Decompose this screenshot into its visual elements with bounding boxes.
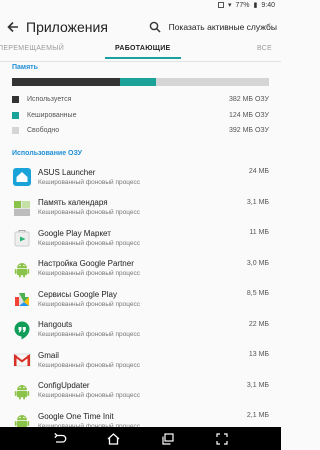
memory-cached-row: Кешированные 124 МБ ОЗУ (12, 109, 269, 121)
tab-running[interactable]: РАБОТАЮЩИЕ (105, 44, 180, 59)
tab-movable[interactable]: ПЕРЕМЕЩАЕМЫЙ (0, 44, 64, 52)
app-memory-size: 22 МБ (248, 320, 269, 328)
app-row[interactable]: ASUS Launcher Кешированный фоновый процес… (0, 162, 281, 193)
screenshot-icon (215, 432, 228, 445)
memory-cached-segment (120, 78, 156, 86)
app-process-type: Кешированный фоновый процесс (38, 178, 141, 186)
android-icon (12, 259, 32, 279)
legend-label: Кешированные (27, 111, 77, 119)
wifi-icon: ▾ (227, 2, 232, 9)
app-row[interactable]: Память календаря Кешированный фоновый про… (0, 193, 281, 224)
nav-recents-button[interactable] (160, 431, 176, 447)
tab-strip: ПЕРЕМЕЩАЕМЫЙ РАБОТАЮЩИЕ ВСЕ (0, 44, 281, 62)
app-process-type: Кешированный фоновый процесс (38, 300, 141, 308)
app-name: Gmail (38, 350, 59, 360)
page-title: Приложения (26, 19, 108, 35)
app-row[interactable]: Gmail Кешированный фоновый процесс 13 МБ (0, 345, 281, 376)
app-row[interactable]: Сервисы Google Play Кешированный фоновый … (0, 284, 281, 315)
app-process-type: Кешированный фоновый процесс (38, 392, 141, 400)
app-name: Google Play Маркет (38, 228, 111, 238)
play-store-icon (12, 228, 32, 248)
arrow-left-icon (7, 21, 18, 33)
home-icon (12, 167, 32, 187)
android-icon (12, 381, 32, 401)
free-swatch (12, 126, 19, 134)
app-memory-size: 3,0 МБ (246, 259, 269, 267)
legend-value: 382 МБ ОЗУ (228, 95, 269, 103)
used-swatch (12, 95, 19, 103)
show-active-services-button[interactable]: Показать активные службы (169, 22, 277, 32)
app-name: Google One Time Init (38, 411, 114, 421)
app-process-type: Кешированный фоновый процесс (38, 270, 141, 278)
app-text: Настройка Google Partner Кешированный фон… (38, 259, 247, 278)
status-bar: ▾ 77% ▮ 9:40 (0, 0, 281, 10)
app-row[interactable]: Настройка Google Partner Кешированный фон… (0, 254, 281, 285)
back-button[interactable] (0, 10, 26, 44)
memory-used-segment (12, 78, 120, 86)
nav-home-button[interactable] (106, 431, 122, 447)
app-name: Настройка Google Partner (38, 259, 134, 269)
search-icon (149, 21, 161, 33)
legend-label: Свободно (27, 126, 60, 134)
hangouts-icon (12, 320, 32, 340)
app-text: Память календаря Кешированный фоновый про… (38, 198, 247, 217)
tab-all[interactable]: ВСЕ (257, 44, 272, 52)
app-name: Hangouts (38, 320, 73, 330)
app-row[interactable]: ConfigUpdater Кешированный фоновый процес… (0, 376, 281, 407)
app-text: ASUS Launcher Кешированный фоновый процес… (38, 168, 249, 187)
nav-back-button[interactable] (52, 431, 68, 447)
memory-used-row: Используется 382 МБ ОЗУ (12, 93, 269, 105)
back-icon (53, 432, 66, 443)
nav-screenshot-button[interactable] (214, 431, 230, 447)
app-memory-size: 24 МБ (248, 168, 269, 175)
memory-free-row: Свободно 392 МБ ОЗУ (12, 124, 269, 136)
app-process-type: Кешированный фоновый процесс (38, 361, 141, 369)
app-name: Память календаря (38, 198, 108, 208)
app-memory-size: 13 МБ (248, 351, 269, 358)
ram-section-title: Использование ОЗУ (12, 150, 82, 157)
app-text: Google Play Маркет Кешированный фоновый п… (38, 229, 249, 248)
app-process-type: Кешированный фоновый процесс (38, 239, 141, 247)
app-name: ASUS Launcher (38, 167, 96, 177)
app-text: ConfigUpdater Кешированный фоновый процес… (38, 381, 247, 400)
app-text: Hangouts Кешированный фоновый процесс (38, 320, 249, 339)
puzzle-icon (12, 289, 32, 309)
app-process-type: Кешированный фоновый процесс (38, 331, 141, 339)
app-memory-size: 3,1 МБ (246, 198, 269, 206)
home-icon (107, 432, 120, 445)
recents-icon (161, 432, 174, 445)
app-text: Gmail Кешированный фоновый процесс (38, 351, 249, 370)
gmail-icon (12, 350, 32, 370)
app-list: ASUS Launcher Кешированный фоновый процес… (0, 162, 281, 437)
app-process-type: Кешированный фоновый процесс (38, 209, 141, 217)
calendar-storage-icon (12, 198, 32, 218)
memory-section-title: Память (12, 64, 38, 71)
memory-usage-bar (12, 78, 269, 86)
app-name: Сервисы Google Play (38, 289, 117, 299)
cached-swatch (12, 111, 19, 119)
app-row[interactable]: Google Play Маркет Кешированный фоновый п… (0, 223, 281, 254)
battery-icon: ▮ (253, 2, 258, 9)
app-row[interactable]: Hangouts Кешированный фоновый процесс 22 М… (0, 315, 281, 346)
app-memory-size: 8,5 МБ (246, 290, 269, 297)
legend-label: Используется (27, 95, 72, 103)
app-bar: Приложения Показать активные службы (0, 10, 281, 44)
app-bar-actions: Показать активные службы (147, 19, 281, 35)
search-button[interactable] (147, 19, 163, 35)
app-text: Сервисы Google Play Кешированный фоновый … (38, 290, 247, 309)
app-memory-size: 3,1 МБ (246, 381, 269, 389)
app-memory-size: 2,1 МБ (246, 412, 269, 419)
app-memory-size: 11 МБ (249, 229, 269, 236)
legend-value: 392 МБ ОЗУ (228, 126, 269, 134)
app-name: ConfigUpdater (38, 381, 90, 391)
nav-bar (0, 427, 281, 450)
battery-percent: 77% (235, 1, 250, 9)
legend-value: 124 МБ ОЗУ (228, 111, 269, 119)
screenshot-icon (217, 2, 224, 8)
clock: 9:40 (261, 1, 275, 9)
